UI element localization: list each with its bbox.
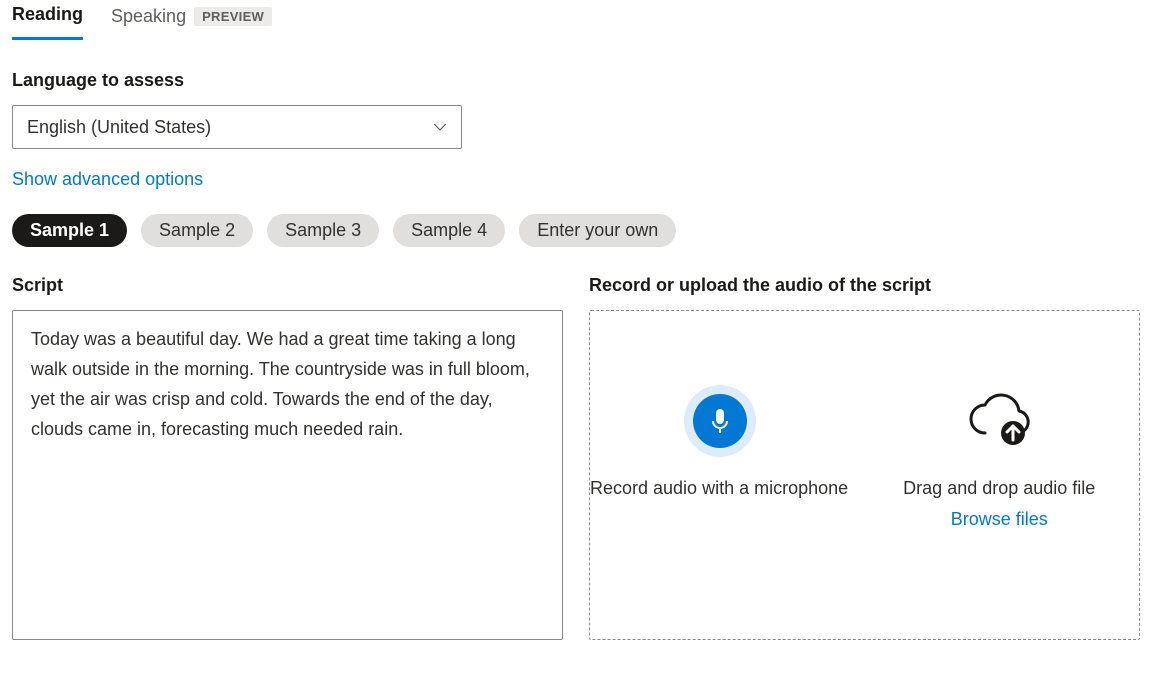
record-section: Record audio with a microphone: [590, 385, 860, 530]
show-advanced-link[interactable]: Show advanced options: [12, 169, 203, 190]
tab-bar: Reading Speaking PREVIEW: [12, 0, 1140, 40]
sample-3-pill[interactable]: Sample 3: [267, 214, 379, 247]
script-textarea[interactable]: Today was a beautiful day. We had a grea…: [12, 310, 563, 640]
microphone-icon: [709, 407, 731, 435]
sample-2-pill[interactable]: Sample 2: [141, 214, 253, 247]
enter-your-own-pill[interactable]: Enter your own: [519, 214, 676, 247]
language-select[interactable]: English (United States): [12, 105, 462, 149]
sample-4-pill[interactable]: Sample 4: [393, 214, 505, 247]
upload-inner: Record audio with a microphone Drag and …: [590, 385, 1139, 530]
upload-dropzone[interactable]: Record audio with a microphone Drag and …: [589, 310, 1140, 640]
sample-1-pill[interactable]: Sample 1: [12, 214, 127, 247]
script-label: Script: [12, 275, 563, 296]
content-columns: Script Today was a beautiful day. We had…: [12, 275, 1140, 640]
tab-reading-label: Reading: [12, 4, 83, 25]
tab-reading[interactable]: Reading: [12, 4, 83, 40]
upload-label: Record or upload the audio of the script: [589, 275, 1140, 296]
language-value: English (United States): [27, 117, 211, 138]
chevron-down-icon: [433, 120, 447, 134]
upload-column: Record or upload the audio of the script: [589, 275, 1140, 640]
language-label: Language to assess: [12, 70, 1140, 91]
tab-speaking-label: Speaking: [111, 6, 186, 27]
microphone-button[interactable]: [684, 385, 756, 457]
sample-pills: Sample 1 Sample 2 Sample 3 Sample 4 Ente…: [12, 214, 1140, 247]
script-column: Script Today was a beautiful day. We had…: [12, 275, 563, 640]
drop-text: Drag and drop audio file: [903, 475, 1095, 503]
drop-section: Drag and drop audio file Browse files: [860, 385, 1140, 530]
cloud-upload-icon: [967, 393, 1031, 449]
preview-badge: PREVIEW: [194, 7, 272, 26]
record-text: Record audio with a microphone: [590, 475, 848, 503]
browse-files-link[interactable]: Browse files: [951, 509, 1048, 530]
tab-speaking[interactable]: Speaking PREVIEW: [111, 6, 272, 39]
